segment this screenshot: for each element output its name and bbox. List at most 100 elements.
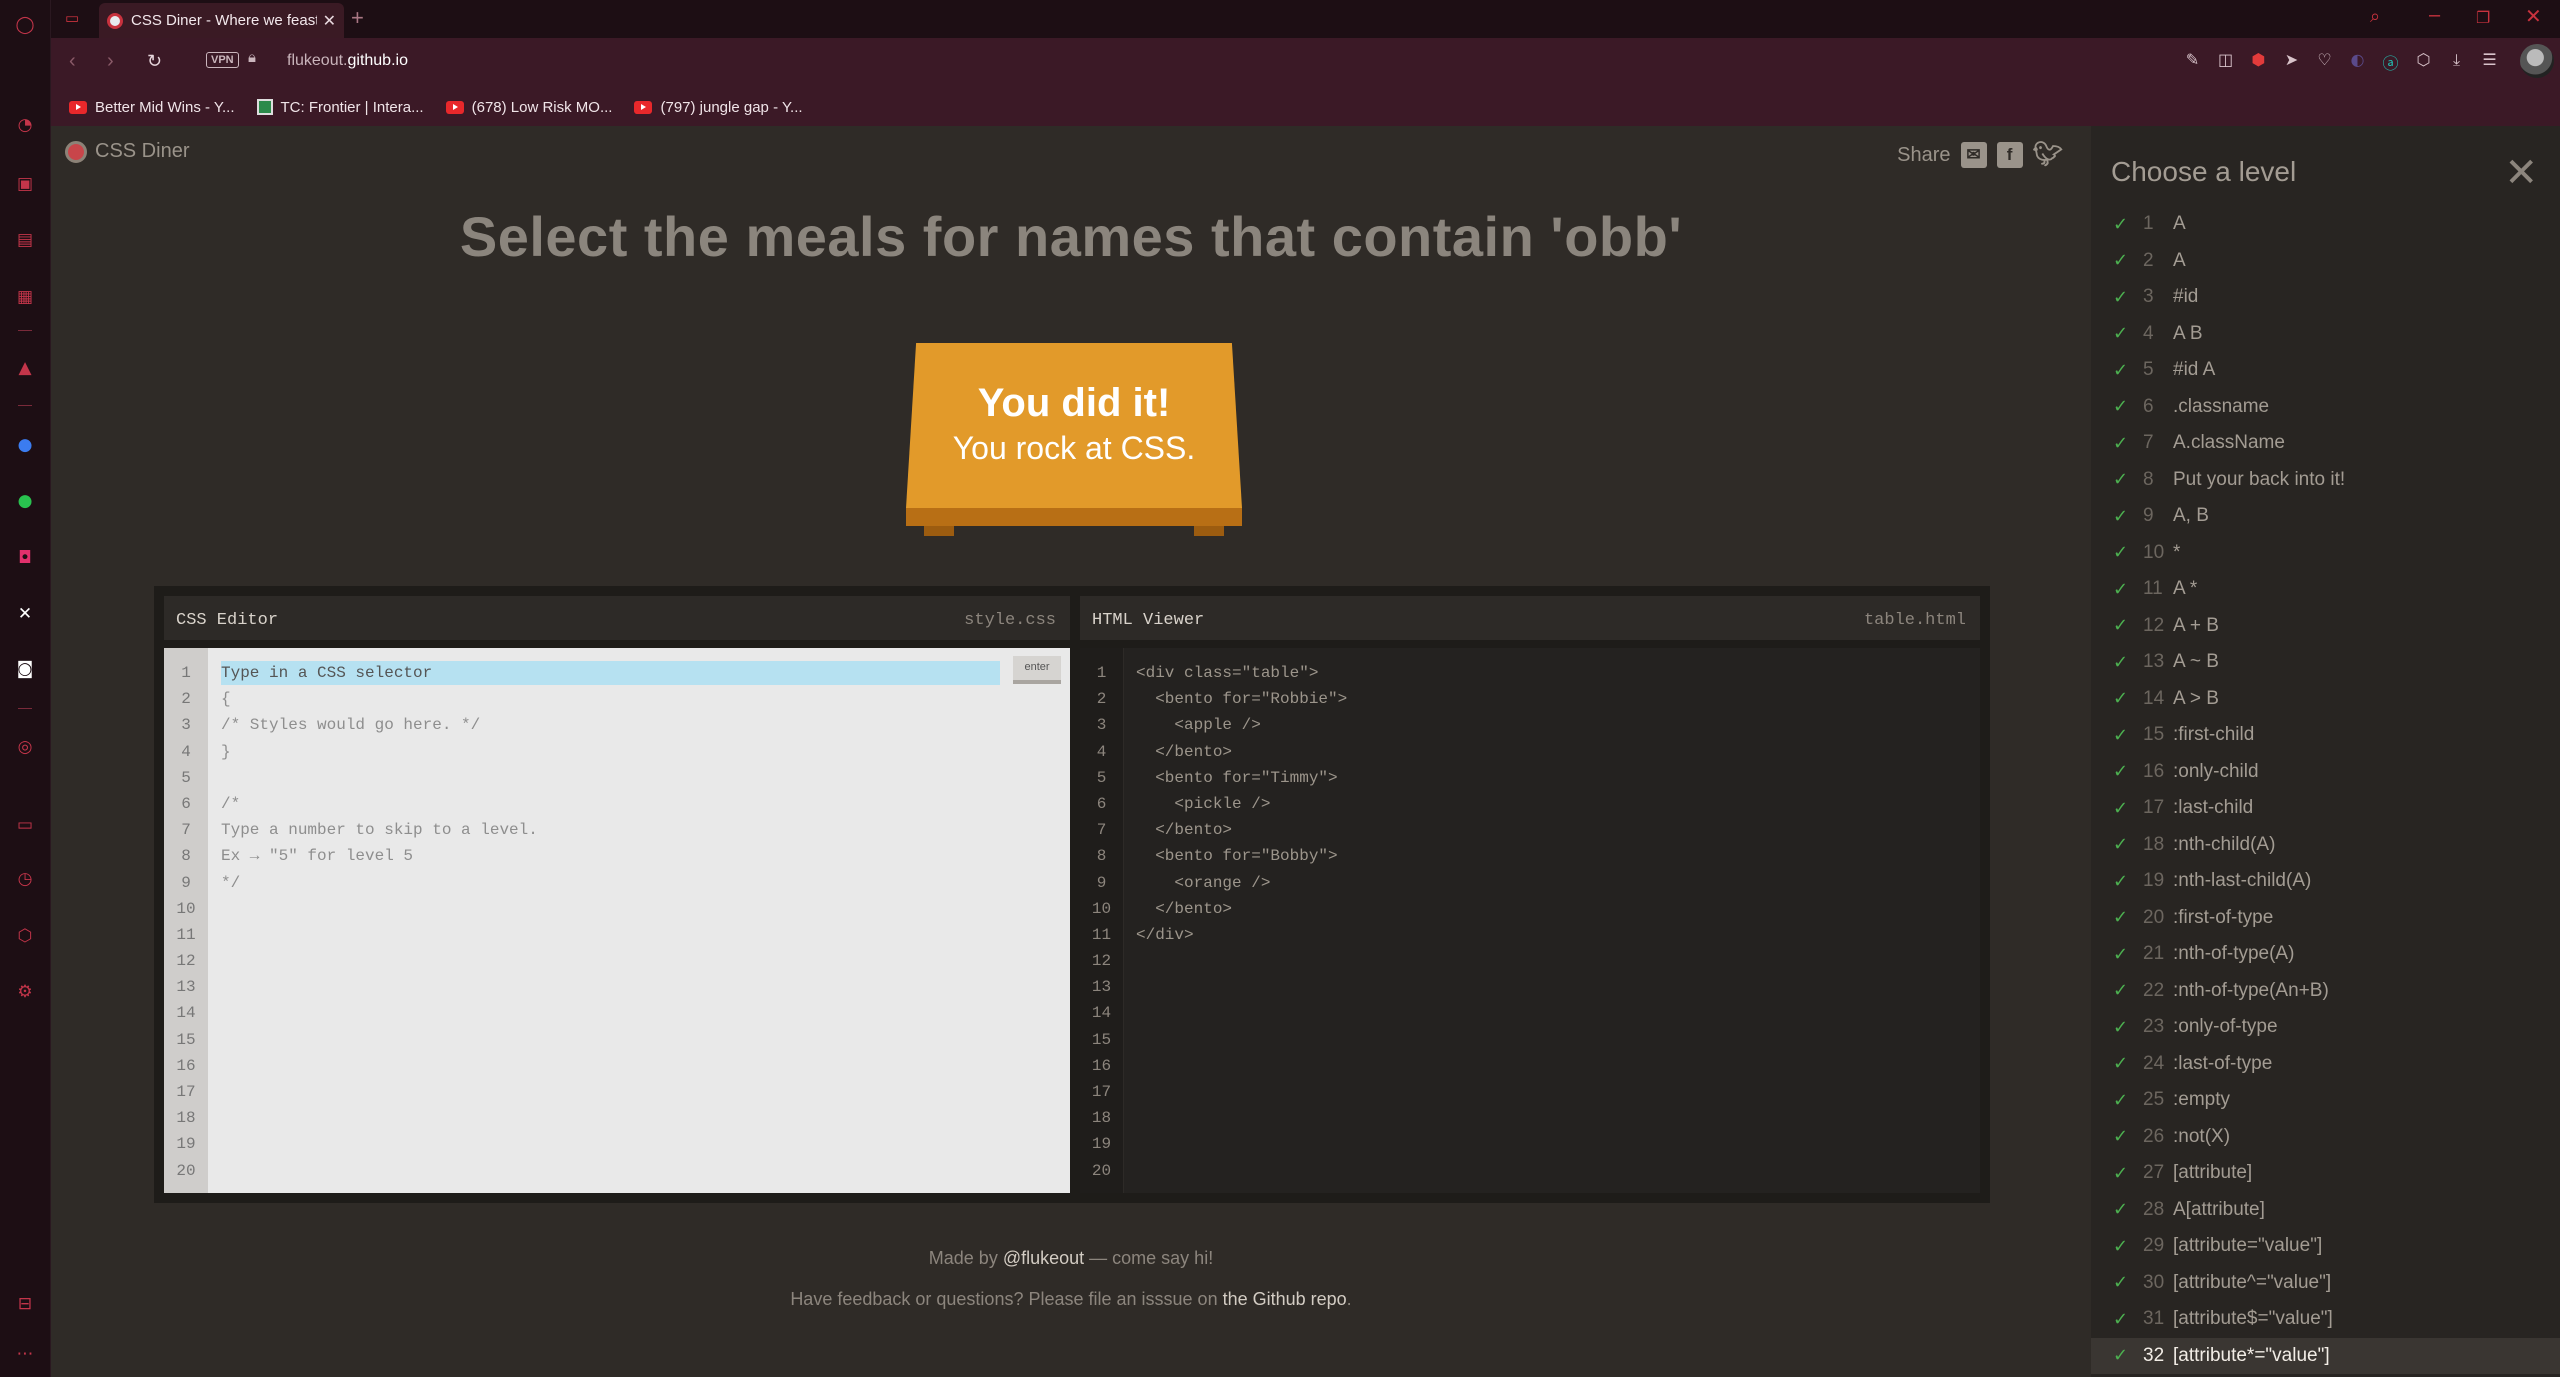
more-icon[interactable]: ⋯: [13, 1342, 37, 1366]
close-window-icon[interactable]: ✕: [2525, 4, 2542, 29]
back-icon[interactable]: ‹: [69, 50, 76, 73]
extensions-icon[interactable]: ⬡: [13, 924, 37, 948]
instagram-icon[interactable]: ◘: [13, 546, 37, 570]
download-icon[interactable]: ⤓: [2440, 50, 2473, 76]
easy-setup-menu-icon[interactable]: ☰: [2473, 50, 2506, 76]
level-item[interactable]: ✓ 9 A, B: [2091, 498, 2560, 535]
workspace-icon[interactable]: ▣: [13, 172, 37, 196]
easy-setup-icon[interactable]: ⊟: [13, 1292, 37, 1316]
calendar-icon[interactable]: ▦: [13, 285, 37, 309]
level-item[interactable]: ✓ 20:first-of-type: [2091, 900, 2560, 937]
line-number: 6: [181, 794, 191, 813]
level-item[interactable]: ✓ 26:not(X): [2091, 1119, 2560, 1156]
tab-overview-icon[interactable]: ▭: [65, 9, 79, 27]
level-item[interactable]: ✓ 1 A: [2091, 206, 2560, 243]
bookmark-item[interactable]: (678) Low Risk MO...: [445, 99, 612, 116]
bookmark-item[interactable]: TC: Frontier | Intera...: [256, 99, 424, 116]
forward-icon[interactable]: ›: [107, 50, 114, 73]
level-label: [attribute]: [2173, 1162, 2253, 1184]
a-extension-icon[interactable]: ⓐ: [2374, 50, 2407, 76]
level-item[interactable]: ✓ 32 [attribute*="value"]: [2091, 1337, 2560, 1374]
line-number: 13: [176, 978, 196, 997]
code-line: Ex → "5" for level 5: [221, 847, 414, 866]
twitter-icon[interactable]: 🐦︎: [2033, 142, 2063, 168]
level-item[interactable]: ✓ 23:only-of-type: [2091, 1009, 2560, 1046]
level-item[interactable]: ✓ 2 A: [2091, 243, 2560, 280]
email-icon[interactable]: ✉: [1960, 142, 1987, 168]
level-item[interactable]: ✓ 15:first-child: [2091, 717, 2560, 754]
level-item[interactable]: ✓ 10 *: [2091, 535, 2560, 572]
restore-icon[interactable]: ❐: [2476, 8, 2490, 28]
enter-button[interactable]: enter: [1013, 656, 1061, 684]
level-label: :nth-of-type(A): [2173, 943, 2295, 965]
tab-css-diner[interactable]: CSS Diner - Where we feast on CSS ✕: [99, 3, 344, 38]
level-item[interactable]: ✓ 7 A.className: [2091, 425, 2560, 462]
bookmark-item[interactable]: (797) jungle gap - Y...: [634, 99, 803, 116]
level-item[interactable]: ✓ 17:last-child: [2091, 790, 2560, 827]
lock-icon[interactable]: 🔒︎: [248, 49, 256, 66]
x-icon[interactable]: ✕: [13, 602, 37, 626]
brand-logo[interactable]: CSS Diner: [65, 140, 189, 163]
speed-dial-icon[interactable]: ◔: [13, 113, 37, 137]
settings-icon[interactable]: ⚙: [13, 980, 37, 1004]
level-item[interactable]: ✓ 29 [attribute="value"]: [2091, 1228, 2560, 1265]
edit-icon[interactable]: ✎: [2176, 50, 2209, 76]
adobe-icon[interactable]: ▲: [13, 356, 37, 380]
level-item[interactable]: ✓ 31 [attribute$="value"]: [2091, 1301, 2560, 1338]
pinboard-icon[interactable]: ▭: [13, 813, 37, 837]
messenger-icon[interactable]: ●: [13, 433, 37, 457]
level-number: 6: [2143, 395, 2154, 417]
profile-avatar[interactable]: [2520, 44, 2554, 78]
vpn-badge[interactable]: VPN: [206, 52, 239, 68]
level-item[interactable]: ✓ 6 .classname: [2091, 389, 2560, 426]
level-label: [attribute$="value"]: [2173, 1308, 2333, 1330]
github-repo-link[interactable]: the Github repo: [1223, 1289, 1347, 1309]
close-level-menu-icon[interactable]: ✕: [2504, 150, 2538, 196]
player-icon[interactable]: ◎: [13, 735, 37, 759]
level-item[interactable]: ✓ 3 #id: [2091, 279, 2560, 316]
discord-icon[interactable]: ◙: [13, 657, 37, 681]
css-selector-input-row[interactable]: [221, 661, 1000, 685]
twitch-icon[interactable]: ▤: [13, 228, 37, 252]
minimize-icon[interactable]: –: [2429, 4, 2440, 27]
history-icon[interactable]: ◷: [13, 867, 37, 891]
level-item[interactable]: ✓ 13 A ~ B: [2091, 644, 2560, 681]
level-item[interactable]: ✓ 4 A B: [2091, 316, 2560, 353]
level-item[interactable]: ✓ 28 A[attribute]: [2091, 1192, 2560, 1229]
facebook-icon[interactable]: f: [1996, 142, 2023, 168]
aria-icon[interactable]: ◐: [2341, 50, 2374, 76]
snapshot-icon[interactable]: ◫: [2209, 50, 2242, 76]
bookmark-item[interactable]: Better Mid Wins - Y...: [69, 99, 235, 116]
line-number: 20: [1091, 1161, 1112, 1180]
level-item[interactable]: ✓ 14 A > B: [2091, 681, 2560, 718]
line-number: 5: [1096, 768, 1107, 787]
level-item[interactable]: ✓ 24:last-of-type: [2091, 1046, 2560, 1083]
opera-logo-icon[interactable]: ◯: [13, 13, 37, 37]
level-item[interactable]: ✓ 22:nth-of-type(An+B): [2091, 973, 2560, 1010]
reload-icon[interactable]: ↻: [147, 51, 162, 72]
css-selector-input[interactable]: [221, 661, 1000, 685]
level-item[interactable]: ✓ 18:nth-child(A): [2091, 827, 2560, 864]
level-item[interactable]: ✓ 25:empty: [2091, 1082, 2560, 1119]
new-tab-icon[interactable]: +: [351, 5, 364, 31]
level-item[interactable]: ✓ 21:nth-of-type(A): [2091, 936, 2560, 973]
cube-icon[interactable]: ⬡: [2407, 50, 2440, 76]
check-icon: ✓: [2113, 542, 2129, 564]
level-item[interactable]: ✓ 16:only-child: [2091, 754, 2560, 791]
level-item[interactable]: ✓ 8 Put your back into it!: [2091, 462, 2560, 499]
level-item[interactable]: ✓ 27 [attribute]: [2091, 1155, 2560, 1192]
adblock-icon[interactable]: ⬢: [2242, 50, 2275, 76]
search-tabs-icon[interactable]: ⌕: [2370, 6, 2380, 27]
level-item[interactable]: ✓ 12 A + B: [2091, 608, 2560, 645]
send-icon[interactable]: ➤: [2275, 50, 2308, 76]
level-item[interactable]: ✓ 11 A *: [2091, 571, 2560, 608]
close-tab-icon[interactable]: ✕: [323, 11, 336, 31]
heart-icon[interactable]: ♡: [2308, 50, 2341, 76]
level-item[interactable]: ✓ 30 [attribute^="value"]: [2091, 1265, 2560, 1302]
whatsapp-icon[interactable]: ●: [13, 489, 37, 513]
url-field[interactable]: flukeout.github.io: [287, 52, 408, 70]
level-item[interactable]: ✓ 5 #id A: [2091, 352, 2560, 389]
flukeout-link[interactable]: @flukeout: [1003, 1248, 1084, 1268]
level-item[interactable]: ✓ 19:nth-last-child(A): [2091, 863, 2560, 900]
